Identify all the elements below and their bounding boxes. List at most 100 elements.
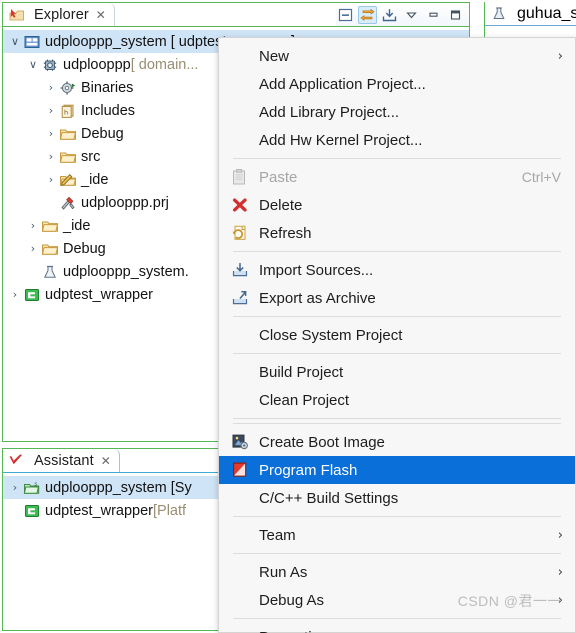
collapse-all-icon[interactable] [336, 6, 355, 24]
menu-item-export-as-archive[interactable]: Export as Archive [219, 284, 575, 312]
menu-separator [233, 516, 561, 517]
menu-item-shortcut: Ctrl+V [521, 169, 561, 185]
tabrow-filler [114, 3, 336, 26]
menu-item-label: Create Boot Image [259, 433, 385, 451]
chevron-right-icon[interactable]: › [43, 173, 59, 186]
watermark: CSDN @君一一 [457, 593, 562, 609]
menu-item-label: Refresh [259, 224, 312, 242]
menu-item-c-c-build-settings[interactable]: C/C++ Build Settings [219, 484, 575, 512]
menu-item-create-boot-image[interactable]: Create Boot Image [219, 428, 575, 456]
menu-item-label: Add Application Project... [259, 75, 426, 93]
tree-row-label: udplooppp.prj [81, 194, 169, 211]
menu-item-label: C/C++ Build Settings [259, 489, 399, 507]
menu-separator [233, 418, 561, 419]
folder-icon [41, 241, 59, 257]
tree-row-label: src [81, 148, 101, 165]
menu-item-run-as[interactable]: Run As › [219, 558, 575, 586]
chevron-right-icon[interactable]: › [25, 219, 41, 232]
folder-icon [41, 218, 59, 234]
prj-file-icon [59, 195, 77, 211]
chevron-right-icon[interactable]: › [43, 104, 59, 117]
menu-item-label: Debug As [259, 591, 325, 609]
folder-pencil-icon [59, 172, 77, 188]
submenu-arrow-icon: › [557, 48, 563, 64]
program-flash-icon [231, 462, 249, 479]
menu-item-label: Add Hw Kernel Project... [259, 131, 423, 149]
assistant-check-icon [8, 453, 26, 469]
folder-icon [59, 149, 77, 165]
menu-item-label: Add Library Project... [259, 103, 400, 121]
delete-icon [231, 197, 249, 214]
menu-item-team[interactable]: Team › [219, 521, 575, 549]
tree-row-label: Includes [81, 102, 136, 119]
chevron-right-icon[interactable]: › [43, 150, 59, 163]
menu-item-add-hw-kernel-project[interactable]: Add Hw Kernel Project... [219, 126, 575, 154]
chevron-right-icon[interactable]: › [43, 127, 59, 140]
tree-row-label: _ide [63, 217, 91, 234]
menu-item-label: Import Sources... [259, 261, 374, 279]
submenu-arrow-icon: › [557, 564, 563, 580]
editor-tabrow: guhua_sy [485, 2, 576, 26]
context-menu[interactable]: New › Add Application Project... Add Librar… [218, 37, 576, 633]
tab-assistant[interactable]: Assistant ✕ [3, 449, 120, 472]
menu-separator [233, 158, 561, 159]
menu-item-new[interactable]: New › [219, 42, 575, 70]
menu-separator [233, 618, 561, 619]
tree-row-suffix: [ domain... [130, 56, 199, 73]
vitis-explorer-icon [8, 7, 26, 23]
close-icon[interactable]: ✕ [101, 454, 111, 468]
tab-assistant-label: Assistant [34, 452, 94, 469]
tree-row-label: udptest_wrapper [45, 286, 154, 303]
maximize-icon[interactable] [446, 6, 465, 24]
refresh-icon [231, 225, 249, 242]
system-folder-icon: s [23, 480, 41, 496]
menu-item-close-system-project[interactable]: Close System Project [219, 321, 575, 349]
tree-row-label: Debug [81, 125, 124, 142]
menu-separator [233, 316, 561, 317]
menu-item-program-flash[interactable]: Program Flash [219, 456, 575, 484]
link-with-editor-icon[interactable] [358, 5, 377, 24]
menu-item-import-sources[interactable]: Import Sources... [219, 256, 575, 284]
chevron-right-icon[interactable]: › [43, 81, 59, 94]
chevron-down-icon[interactable]: ∨ [7, 35, 23, 48]
chevron-down-icon[interactable]: ∨ [25, 58, 41, 71]
chevron-right-icon[interactable]: › [7, 481, 23, 494]
platform-icon [23, 287, 41, 303]
tree-row-suffix: [Platf [153, 502, 187, 519]
close-icon[interactable]: ✕ [96, 8, 106, 22]
boot-image-icon [231, 434, 249, 451]
minimize-icon[interactable] [424, 6, 443, 24]
menu-item-clean-project[interactable]: Clean Project [219, 386, 575, 414]
tree-row-label: Debug [63, 240, 106, 257]
view-menu-icon[interactable] [402, 6, 421, 24]
menu-item-label: Close System Project [259, 326, 403, 344]
menu-item-build-project[interactable]: Build Project [219, 358, 575, 386]
tree-row-label: udplooppp [63, 56, 131, 73]
menu-separator [233, 553, 561, 554]
menu-item-refresh[interactable]: Refresh [219, 219, 575, 247]
flask-icon [491, 6, 509, 22]
explorer-toolbar [336, 5, 469, 24]
includes-icon: h [59, 103, 77, 119]
tree-row-label: udplooppp_system [Sy [45, 479, 192, 496]
menu-item-properties[interactable]: Properties [219, 623, 575, 633]
menu-item-add-library-project[interactable]: Add Library Project... [219, 98, 575, 126]
chevron-right-icon[interactable]: › [7, 288, 23, 301]
tree-row-label: udptest_wrapper [45, 502, 154, 519]
app-window: Explorer ✕ ∨ udplooppp_system [udptest_… [0, 0, 576, 633]
menu-separator [233, 423, 561, 424]
tab-explorer[interactable]: Explorer ✕ [3, 3, 115, 26]
menu-separator [233, 353, 561, 354]
flask-icon [41, 264, 59, 280]
system-project-icon [23, 34, 41, 50]
chevron-right-icon[interactable]: › [25, 242, 41, 255]
import-icon[interactable] [380, 6, 399, 24]
export-archive-icon [231, 290, 249, 307]
editor-tab-label[interactable]: guhua_sy [517, 5, 576, 23]
menu-item-label: Properties [259, 629, 327, 633]
tree-row-label: udplooppp_system. [63, 263, 189, 280]
menu-item-delete[interactable]: Delete [219, 191, 575, 219]
explorer-tabrow: Explorer ✕ [3, 3, 469, 27]
menu-item-add-application-project[interactable]: Add Application Project... [219, 70, 575, 98]
tree-row-label: _ide [81, 171, 109, 188]
